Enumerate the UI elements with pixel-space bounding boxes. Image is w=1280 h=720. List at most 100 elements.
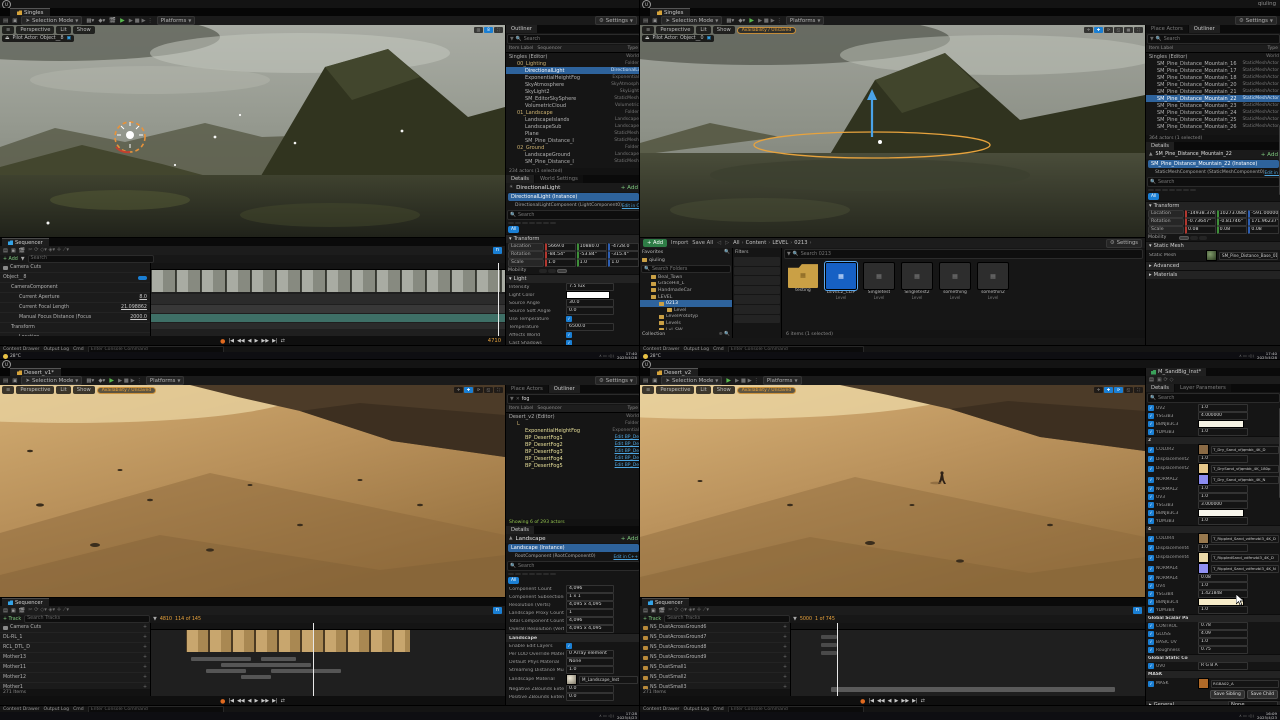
asset-tile[interactable]: ▦ LEVEL2_CLIP Level	[824, 261, 858, 300]
level-tab[interactable]: Desert_v1*	[10, 368, 61, 376]
filter-chip[interactable]	[734, 285, 780, 295]
clock[interactable]: 16:09 2025/4/23	[1257, 711, 1277, 720]
play-button[interactable]: ▶	[120, 17, 125, 24]
track-row[interactable]: Object__8	[0, 273, 150, 283]
tray-icons[interactable]: ∧ ▭ ◁))	[1239, 713, 1254, 718]
filter-chip[interactable]	[734, 304, 780, 314]
color-swatch[interactable]	[566, 291, 610, 299]
next-key-button[interactable]: ▶▶	[901, 698, 909, 704]
outliner-row[interactable]: BP_DesertFog2 Edit BP_De	[506, 441, 640, 448]
maximize-icon[interactable]: ⛶	[1134, 387, 1143, 393]
browse-icon[interactable]: ▣	[652, 378, 657, 384]
perspective-dropdown[interactable]: Perspective	[656, 386, 695, 394]
sequencer-tab[interactable]: Sequencer	[2, 238, 49, 246]
parameter-row[interactable]: ✓ CONTROL 0.78	[1146, 622, 1280, 630]
cb-settings-dropdown[interactable]: ⚙ Settings	[1105, 238, 1142, 248]
outliner-row[interactable]: LandscapeSub Landscape	[506, 123, 640, 130]
parameter-row[interactable]: ✓ Roughness 0.75	[1146, 646, 1280, 654]
track-filter-icon[interactable]: ▼	[793, 617, 797, 622]
parameter-row[interactable]: ✓ UV4 1.0	[1146, 582, 1280, 590]
taskbar-app-icon[interactable]	[302, 713, 308, 719]
seq-render-icon[interactable]: 🎬	[19, 608, 25, 614]
outliner-search[interactable]: ▼ 🔍 Search	[1147, 34, 1280, 44]
tree-folder[interactable]: LevelPrototyp	[640, 314, 732, 321]
cb-search[interactable]: ▼ 🔍 Search 0213	[784, 249, 1143, 259]
parameter-row[interactable]: ✓ YDM3B3 1.0	[1146, 428, 1280, 436]
viewport-menu-icon[interactable]: ≡	[2, 26, 15, 34]
taskbar-app-icon[interactable]	[961, 353, 967, 359]
taskbar-app-icon[interactable]	[910, 713, 916, 719]
parameter-row[interactable]: ✓Global Static Component Mas	[1146, 654, 1280, 662]
taskbar-app-icon[interactable]	[953, 353, 959, 359]
texture-thumbnail[interactable]	[1198, 463, 1209, 474]
asset-tile[interactable]: ▦ Singletest2 Level	[900, 262, 934, 300]
eject-icon[interactable]: ⏏	[5, 36, 10, 41]
material-asset-tab[interactable]: M_SandBig_Inst*	[1146, 368, 1207, 376]
step-back-button[interactable]: ◀	[248, 338, 252, 344]
checkbox[interactable]: ✓	[566, 643, 572, 649]
parameter-checkbox[interactable]: ✓	[1148, 446, 1154, 453]
parameter-checkbox[interactable]: ✓	[1148, 494, 1154, 500]
property-row[interactable]: Overall Resolution (Verts)✓4,095 x 4,095	[506, 625, 640, 633]
taskbar-app-icon[interactable]	[945, 353, 951, 359]
move-tool-icon[interactable]: ✚	[1094, 27, 1103, 33]
parameter-row[interactable]: ✓ Displacement2 T_DrySand_vfjqmbk_4K_180p	[1146, 463, 1280, 474]
tab-details[interactable]: Details	[506, 526, 534, 534]
playhead[interactable]	[313, 623, 314, 696]
frame-skip-icon[interactable]: ▶ ■ ▶ ⋮	[129, 18, 153, 24]
taskbar-app-icon[interactable]	[254, 713, 260, 719]
outliner-row[interactable]: SkyAtmosphere SkyAtmosph	[506, 81, 640, 88]
parameter-checkbox[interactable]: ✓	[1148, 421, 1154, 427]
property-row[interactable]: Temperature✓6500.0	[506, 323, 640, 331]
parameter-row[interactable]: ✓ Displacement4 1.0	[1146, 544, 1280, 552]
asset-thumbnail[interactable]: ▦	[977, 262, 1009, 290]
rotate-tool-icon[interactable]: ⟳	[1114, 387, 1123, 393]
outliner-row[interactable]: DirectionalLight DirectionalLi	[506, 67, 640, 74]
perspective-dropdown[interactable]: Perspective	[16, 26, 55, 34]
level-tab[interactable]: Singles	[10, 8, 51, 16]
track-row[interactable]: NS_DustAcrossGround6 +	[640, 623, 790, 633]
parameter-checkbox[interactable]: ✓	[1148, 405, 1154, 411]
outliner-row[interactable]: VolumetricCloud Volumetric	[506, 102, 640, 109]
parameter-row[interactable]: ✓ YSG3B3 4.000000	[1146, 412, 1280, 420]
category-chip[interactable]	[522, 222, 528, 224]
taskbar-app-icon[interactable]	[265, 353, 271, 359]
next-key-button[interactable]: ▶▶	[261, 338, 269, 344]
property-row[interactable]: Enable Edit Layers ✓	[506, 642, 640, 650]
taskbar-app-icon[interactable]	[982, 713, 988, 719]
mobility-option[interactable]	[557, 268, 567, 273]
static-mesh-section[interactable]: ▾ Static Mesh	[1146, 241, 1280, 250]
parameter-row[interactable]: ✓ UV3 1.0	[1146, 493, 1280, 501]
taskbar-app-icon[interactable]	[318, 713, 324, 719]
move-tool-icon[interactable]: ✚	[464, 387, 473, 393]
settings-dropdown[interactable]: ⚙ Settings ▼	[594, 376, 637, 385]
save-icon[interactable]: ▤	[3, 378, 8, 384]
taskbar-app-icon[interactable]	[902, 713, 908, 719]
property-row[interactable]: Light Color✓	[506, 291, 640, 299]
category-chip[interactable]	[515, 573, 521, 575]
filter-chip[interactable]	[734, 314, 780, 324]
track-filter-icon[interactable]: ▼	[21, 257, 25, 262]
parameter-row[interactable]: ✓ Displacement4 T_RippledSand_vdfmvbl3_4K_…	[1146, 552, 1280, 563]
category-chip[interactable]	[508, 222, 514, 224]
taskbar-app-icon[interactable]	[905, 353, 911, 359]
tray-icons[interactable]: ∧ ▭ ◁))	[1239, 353, 1254, 358]
category-chip[interactable]	[1176, 189, 1182, 191]
instance-row[interactable]: SM_Pine_Distance_Mountain_22 (Instance)	[1148, 160, 1279, 168]
parameter-row[interactable]: ✓ YDM3B4 1.0	[1146, 606, 1280, 614]
transform-row[interactable]: Rotation -0.73647° -0.81746° 171.96237°	[1146, 218, 1280, 226]
tab-world-settings[interactable]: World Settings	[534, 175, 583, 183]
outliner-row[interactable]: SM_Pine_Distance_Mountain_17 StaticMeshAc…	[1146, 67, 1280, 74]
tab-place-actors[interactable]: Place Actors	[506, 385, 548, 393]
parameter-row[interactable]: ✓ MASK RGBA02_A	[1146, 678, 1280, 689]
curve-editor-icon[interactable]: n	[493, 607, 502, 614]
parameter-checkbox[interactable]: ✓	[1148, 476, 1154, 483]
mobility-option[interactable]	[539, 268, 547, 273]
playhead[interactable]	[498, 263, 499, 336]
level-tab[interactable]: Singles	[650, 8, 691, 16]
outliner-row[interactable]: Desert_v2 (Editor) World	[506, 413, 640, 420]
parameter-checkbox[interactable]: ✓	[1148, 545, 1154, 551]
parameter-row[interactable]: ✓2	[1146, 436, 1280, 444]
gizmo-icon[interactable]: ✛	[1084, 27, 1093, 33]
seq-render-icon[interactable]: 🎬	[659, 608, 665, 614]
